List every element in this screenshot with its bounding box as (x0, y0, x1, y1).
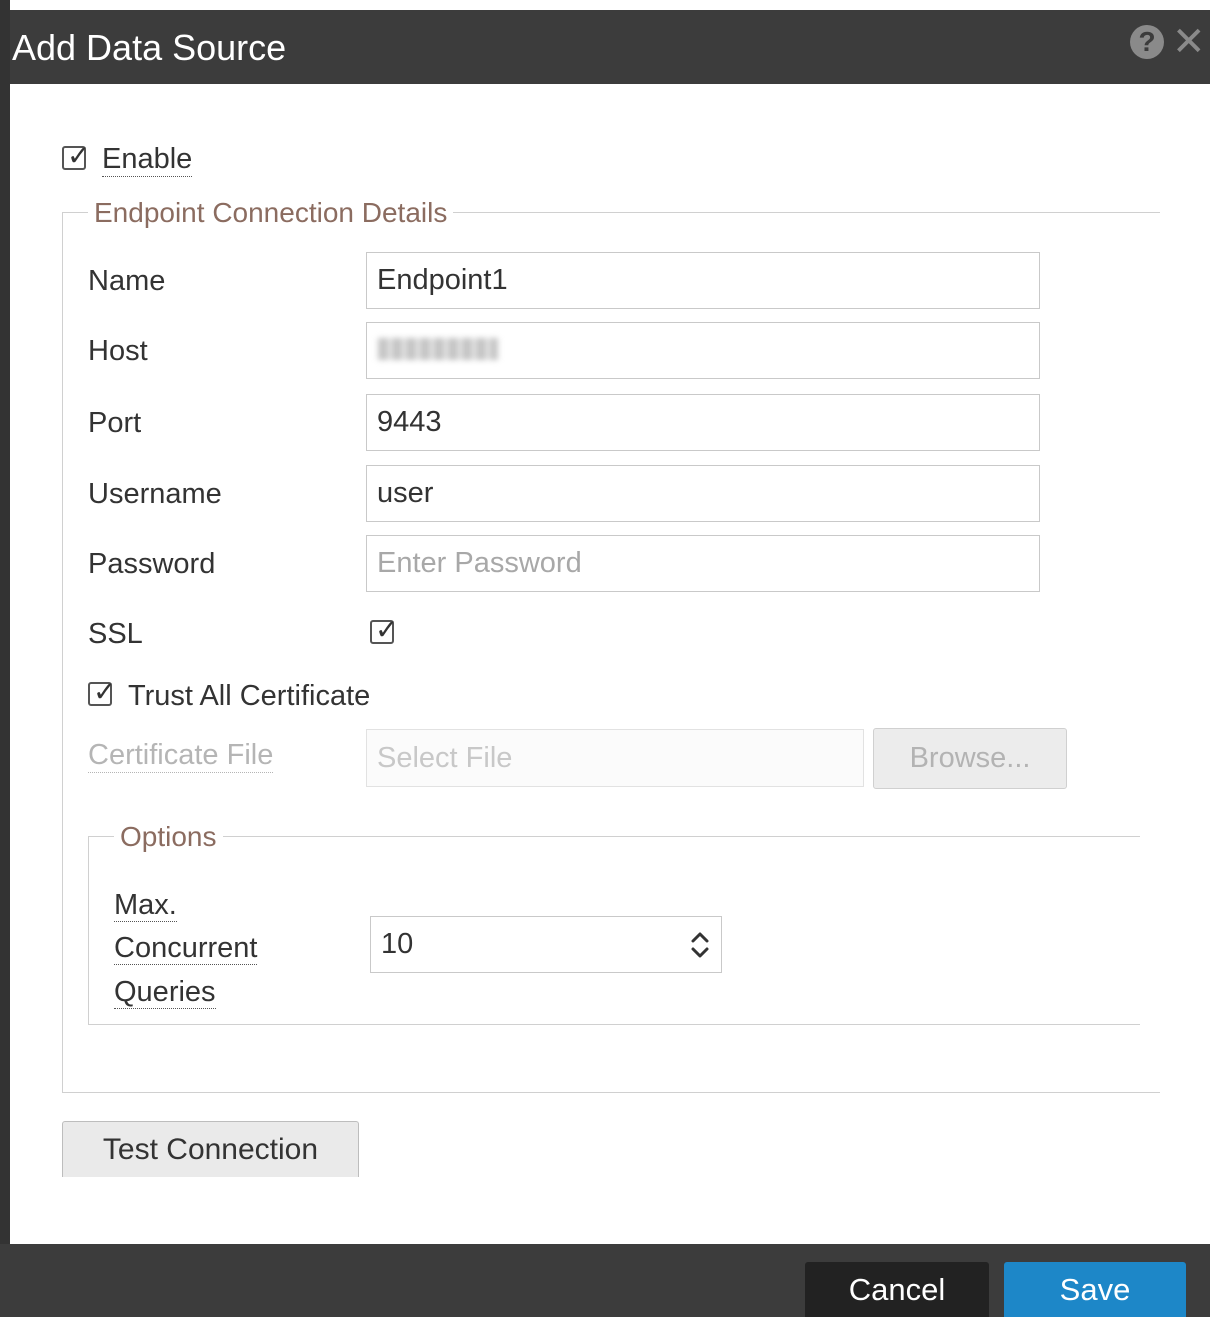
password-label: Password (88, 548, 216, 580)
endpoint-fieldset-bottom (62, 1092, 1160, 1093)
options-fieldset-left (88, 836, 89, 1025)
host-redacted-value (378, 338, 498, 360)
checkmark-icon: ✓ (67, 140, 91, 171)
max-concurrent-label-line1: Max. (114, 889, 177, 922)
enable-checkbox[interactable]: ✓ (62, 142, 90, 170)
checkmark-icon: ✓ (375, 614, 399, 645)
endpoint-legend: Endpoint Connection Details (88, 196, 454, 230)
chevron-up-down-icon (691, 932, 709, 958)
endpoint-fieldset-left (62, 212, 63, 1093)
port-label: Port (88, 407, 142, 439)
stepper-icon[interactable] (688, 926, 712, 964)
save-button[interactable]: Save (1004, 1262, 1186, 1317)
enable-label: Enable (102, 143, 193, 177)
port-input[interactable] (366, 394, 1040, 451)
dialog-title: Add Data Source (12, 27, 287, 68)
certificate-file-label: Certificate File (88, 739, 274, 773)
host-label: Host (88, 335, 148, 367)
options-fieldset-bottom (88, 1024, 1140, 1025)
name-label: Name (88, 265, 166, 297)
max-concurrent-label-line3: Queries (114, 976, 216, 1009)
test-connection-button[interactable]: Test Connection (62, 1121, 359, 1177)
trust-all-checkbox[interactable]: ✓ (88, 678, 116, 706)
cancel-button[interactable]: Cancel (805, 1262, 989, 1317)
username-input[interactable] (366, 465, 1040, 522)
options-legend: Options (114, 820, 223, 854)
options-fieldset-top (88, 836, 1140, 837)
trust-all-label: Trust All Certificate (128, 680, 371, 712)
username-label: Username (88, 478, 222, 510)
help-icon[interactable]: ? (1130, 25, 1164, 59)
max-concurrent-queries-input[interactable] (370, 916, 722, 973)
browse-button[interactable]: Browse... (873, 728, 1067, 789)
ssl-label: SSL (88, 618, 143, 650)
certificate-file-input[interactable] (366, 729, 864, 787)
close-icon[interactable]: ✕ (1172, 22, 1206, 62)
dialog-left-border (0, 0, 10, 1317)
password-input[interactable] (366, 535, 1040, 592)
name-input[interactable] (366, 252, 1040, 309)
ssl-checkbox[interactable]: ✓ (370, 616, 398, 644)
checkmark-icon: ✓ (93, 676, 117, 707)
max-concurrent-label-line2: Concurrent (114, 932, 258, 965)
